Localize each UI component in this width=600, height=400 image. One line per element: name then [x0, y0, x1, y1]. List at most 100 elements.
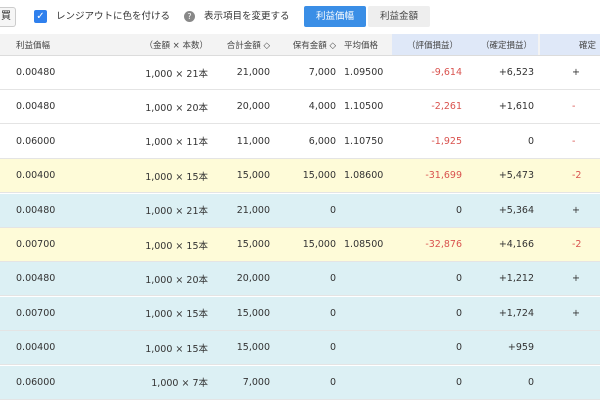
- cell-average-price: [344, 366, 394, 399]
- cell-profit-width: 0.00480: [16, 273, 56, 285]
- cell-held-amount: 0: [329, 376, 336, 388]
- cell-amount-count: 1,000 × 21本: [145, 68, 208, 80]
- cell-realized-pl: +6,523: [498, 67, 534, 78]
- cell-unrealized-pl: 0: [455, 273, 462, 285]
- cell-unrealized-pl: 0: [455, 204, 462, 216]
- cell-confirmed: -2: [572, 239, 582, 250]
- cell-confirmed: +: [572, 67, 580, 78]
- cell-confirmed: [572, 366, 600, 399]
- cell-held-amount: 4,000: [308, 101, 336, 113]
- toolbar: 買 ✓ レンジアウトに色を付ける ? 表示項目を変更する 利益価幅 利益金額: [0, 0, 600, 34]
- header-realized-pl[interactable]: （確定損益）: [464, 34, 538, 55]
- cell-held-amount: 15,000: [302, 170, 336, 182]
- cell-confirmed: -2: [572, 170, 582, 182]
- header-unrealized-pl[interactable]: （評価損益）: [392, 34, 464, 55]
- table-row[interactable]: 0.00700 1,000 × 15本 15,000 15,000 1.08500 -32…: [0, 228, 600, 262]
- header-confirmed[interactable]: 確定: [540, 34, 600, 55]
- header-average-price[interactable]: 平均価格: [344, 34, 394, 55]
- cell-realized-pl: +5,473: [498, 170, 534, 182]
- cell-amount-count: 1,000 × 15本: [145, 309, 208, 321]
- header-held-amount[interactable]: 保有金額 ◇: [276, 34, 336, 55]
- cell-profit-width: 0.00400: [16, 342, 56, 354]
- cell-unrealized-pl: -1,925: [431, 135, 462, 147]
- cell-realized-pl: +1,212: [498, 273, 534, 285]
- table-row[interactable]: 0.00400 1,000 × 15本 15,000 15,000 1.08600 -31…: [0, 159, 600, 194]
- cell-realized-pl: 0: [527, 376, 534, 388]
- cell-total-amount: 21,000: [236, 67, 270, 78]
- cell-average-price: 1.10750: [344, 135, 384, 147]
- cell-total-amount: 11,000: [236, 135, 270, 147]
- cell-unrealized-pl: 0: [455, 307, 462, 319]
- cell-held-amount: 6,000: [308, 135, 336, 147]
- cell-average-price: 1.10500: [344, 101, 384, 113]
- change-display-items-link[interactable]: 表示項目を変更する: [204, 10, 290, 24]
- table-row[interactable]: 0.00480 1,000 × 20本 20,000 4,000 1.10500 -2,2…: [0, 90, 600, 125]
- cell-amount-count: 1,000 × 11本: [145, 137, 208, 149]
- header-amount-count[interactable]: （金額 × 本数）: [110, 34, 208, 55]
- header-total-amount[interactable]: 合計金額 ◇: [212, 34, 270, 55]
- cell-unrealized-pl: -2,261: [431, 101, 462, 113]
- cell-profit-width: 0.00400: [16, 170, 56, 182]
- table-row[interactable]: 0.00480 1,000 × 21本 21,000 7,000 1.09500 -9,6…: [0, 56, 600, 90]
- cell-confirmed: +: [572, 204, 580, 216]
- cell-realized-pl: +959: [507, 342, 534, 354]
- cell-confirmed: [572, 331, 600, 364]
- table-row[interactable]: 0.00480 1,000 × 21本 21,000 0 0 +5,364 +: [0, 193, 600, 228]
- cell-profit-width: 0.06000: [16, 135, 56, 147]
- cell-amount-count: 1,000 × 15本: [145, 343, 208, 355]
- cell-total-amount: 15,000: [236, 170, 270, 182]
- cell-total-amount: 20,000: [236, 273, 270, 285]
- cell-profit-width: 0.00700: [16, 239, 56, 250]
- cell-average-price: 1.08500: [344, 239, 384, 250]
- table-row[interactable]: 0.06000 1,000 × 7本 7,000 0 0 0: [0, 365, 600, 400]
- color-range-out-label: レンジアウトに色を付ける: [56, 11, 171, 22]
- cell-amount-count: 1,000 × 15本: [145, 240, 208, 252]
- cell-realized-pl: +1,724: [498, 307, 534, 319]
- color-range-out-checkbox[interactable]: ✓: [34, 10, 47, 23]
- cell-amount-count: 1,000 × 15本: [145, 171, 208, 183]
- table-row[interactable]: 0.00480 1,000 × 20本 20,000 0 0 +1,212 +: [0, 262, 600, 297]
- cell-held-amount: 15,000: [302, 239, 336, 250]
- cell-profit-width: 0.06000: [16, 376, 56, 388]
- cell-average-price: [344, 297, 394, 330]
- cell-total-amount: 15,000: [236, 342, 270, 354]
- header-profit-width[interactable]: 利益価幅: [16, 34, 116, 55]
- cell-unrealized-pl: 0: [455, 342, 462, 354]
- cell-realized-pl: +4,166: [498, 239, 534, 250]
- profit-amount-toggle[interactable]: 利益金額: [368, 6, 430, 27]
- profit-width-toggle[interactable]: 利益価幅: [304, 6, 366, 27]
- cell-average-price: 1.09500: [344, 67, 384, 78]
- cell-realized-pl: +5,364: [498, 204, 534, 216]
- cell-profit-width: 0.00480: [16, 204, 56, 216]
- cell-held-amount: 0: [329, 273, 336, 285]
- help-icon[interactable]: ?: [184, 11, 195, 22]
- cell-amount-count: 1,000 × 20本: [145, 102, 208, 114]
- cell-unrealized-pl: 0: [455, 376, 462, 388]
- cell-total-amount: 7,000: [242, 376, 270, 388]
- table-row[interactable]: 0.06000 1,000 × 11本 11,000 6,000 1.10750 -1,9…: [0, 125, 600, 159]
- buy-button[interactable]: 買: [0, 7, 16, 27]
- cell-unrealized-pl: -9,614: [431, 67, 462, 78]
- cell-average-price: [344, 262, 394, 295]
- table-header: 利益価幅 （金額 × 本数） 合計金額 ◇ 保有金額 ◇ 平均価格 （評価損益）…: [0, 34, 600, 56]
- table-row[interactable]: 0.00400 1,000 × 15本 15,000 0 0 +959: [0, 331, 600, 366]
- cell-profit-width: 0.00480: [16, 67, 56, 78]
- cell-held-amount: 7,000: [308, 67, 336, 78]
- cell-total-amount: 15,000: [236, 307, 270, 319]
- cell-held-amount: 0: [329, 342, 336, 354]
- cell-amount-count: 1,000 × 20本: [145, 274, 208, 286]
- cell-total-amount: 21,000: [236, 204, 270, 216]
- cell-held-amount: 0: [329, 204, 336, 216]
- cell-confirmed: +: [572, 273, 580, 285]
- cell-amount-count: 1,000 × 21本: [145, 206, 208, 218]
- cell-unrealized-pl: -31,699: [425, 170, 462, 182]
- cell-amount-count: 1,000 × 7本: [151, 378, 208, 390]
- cell-confirmed: -: [572, 135, 576, 147]
- cell-unrealized-pl: -32,876: [425, 239, 462, 250]
- table-row[interactable]: 0.00700 1,000 × 15本 15,000 0 0 +1,724 +: [0, 296, 600, 331]
- cell-average-price: 1.08600: [344, 170, 384, 182]
- cell-confirmed: +: [572, 307, 580, 319]
- cell-total-amount: 20,000: [236, 101, 270, 113]
- cell-total-amount: 15,000: [236, 239, 270, 250]
- cell-average-price: [344, 194, 394, 227]
